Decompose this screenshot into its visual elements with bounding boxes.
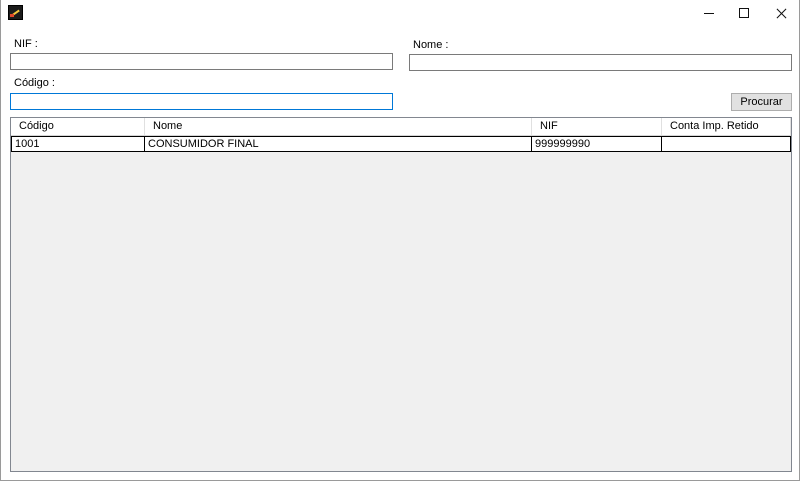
main-window: NIF : Nome : Código : Procurar Código No… xyxy=(0,0,800,481)
cell-nome[interactable]: CONSUMIDOR FINAL xyxy=(145,136,532,152)
maximize-icon xyxy=(739,8,749,18)
column-header-conta-imp-retido[interactable]: Conta Imp. Retido xyxy=(662,118,791,135)
nif-label: NIF : xyxy=(14,38,38,50)
nif-input[interactable] xyxy=(10,53,393,70)
minimize-button[interactable] xyxy=(691,0,727,26)
title-bar[interactable] xyxy=(1,0,799,26)
search-button[interactable]: Procurar xyxy=(731,93,792,111)
minimize-icon xyxy=(704,12,714,14)
column-header-nif[interactable]: NIF xyxy=(532,118,662,135)
close-icon xyxy=(776,8,787,19)
maximize-button[interactable] xyxy=(726,0,762,26)
nome-label: Nome : xyxy=(413,39,449,51)
grid-header: Código Nome NIF Conta Imp. Retido xyxy=(11,118,791,136)
nome-input[interactable] xyxy=(409,54,792,71)
cell-conta-imp-retido[interactable] xyxy=(662,136,791,152)
cell-nif[interactable]: 999999990 xyxy=(532,136,662,152)
column-header-nome[interactable]: Nome xyxy=(145,118,532,135)
codigo-input[interactable] xyxy=(10,93,393,110)
codigo-label: Código : xyxy=(14,77,55,89)
table-row[interactable]: 1001 CONSUMIDOR FINAL 999999990 xyxy=(11,136,791,152)
close-button[interactable] xyxy=(763,0,799,26)
results-grid[interactable]: Código Nome NIF Conta Imp. Retido 1001 C… xyxy=(10,117,792,472)
app-icon[interactable] xyxy=(8,5,23,20)
cell-codigo[interactable]: 1001 xyxy=(11,136,145,152)
column-header-codigo[interactable]: Código xyxy=(11,118,145,135)
